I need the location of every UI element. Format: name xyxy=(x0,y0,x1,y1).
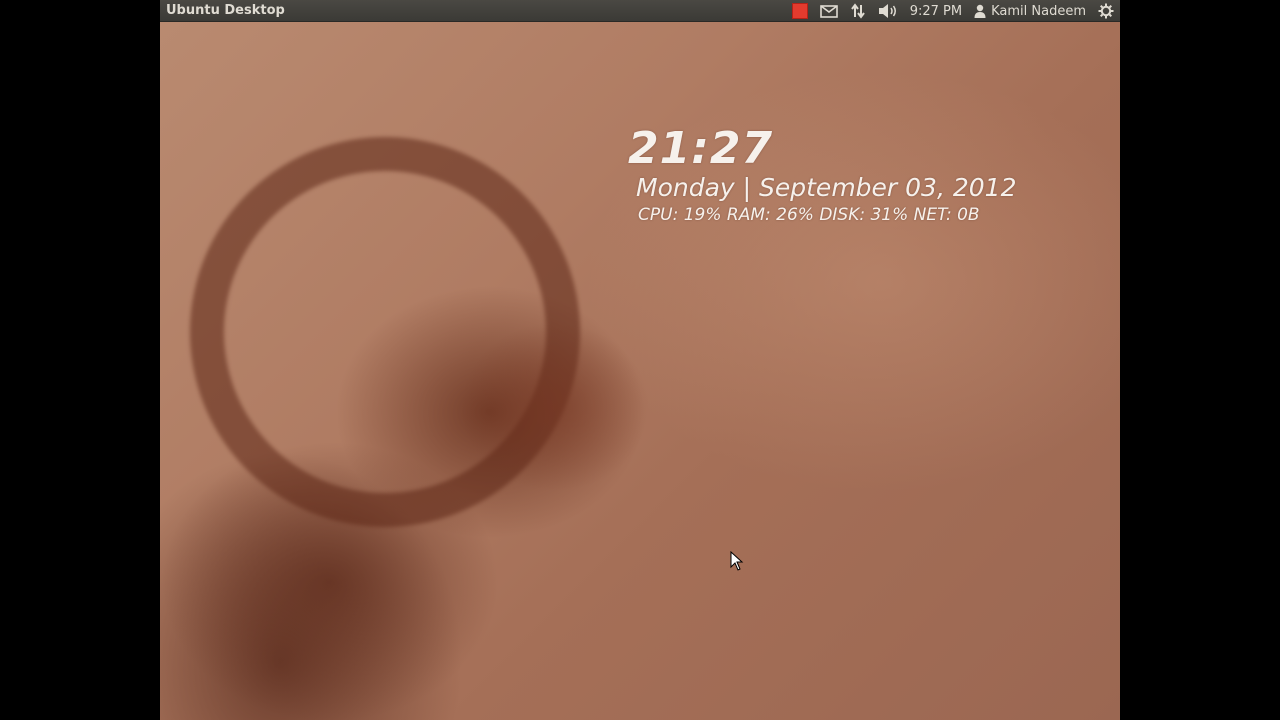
window-title: Ubuntu Desktop xyxy=(166,3,285,18)
red-indicator-button[interactable] xyxy=(791,0,808,22)
mail-icon xyxy=(819,4,838,18)
clock-menu-button[interactable]: 9:27 PM xyxy=(910,0,962,22)
gear-icon xyxy=(1098,3,1114,19)
red-square-icon xyxy=(791,3,808,19)
clock-label: 9:27 PM xyxy=(909,3,963,19)
conky-stats: CPU: 19% RAM: 26% DISK: 31% NET: 0B xyxy=(638,205,980,225)
volume-icon xyxy=(878,4,896,18)
conky-widget: 21:27 Monday | September 03, 2012 CPU: 1… xyxy=(626,124,1016,226)
desktop-screen: Ubuntu Desktop 9:27 PM Kamil Nadeem 21:2… xyxy=(160,0,1120,720)
wallpaper-wolf-artwork xyxy=(460,322,650,492)
messaging-menu-button[interactable] xyxy=(819,0,838,22)
conky-time: 21:27 xyxy=(628,123,774,174)
network-menu-button[interactable] xyxy=(850,0,866,22)
mouse-pointer-icon xyxy=(730,551,744,571)
conky-date: Monday | September 03, 2012 xyxy=(636,173,1017,202)
user-icon xyxy=(974,4,986,18)
indicator-tray: 9:27 PM Kamil Nadeem xyxy=(780,0,1114,22)
user-name-label: Kamil Nadeem xyxy=(991,3,1086,19)
session-menu-button[interactable] xyxy=(1098,0,1114,22)
network-icon xyxy=(850,3,865,19)
user-menu-button[interactable]: Kamil Nadeem xyxy=(974,0,1086,22)
volume-menu-button[interactable] xyxy=(878,0,898,22)
top-panel: Ubuntu Desktop 9:27 PM Kamil Nadeem xyxy=(160,0,1120,22)
